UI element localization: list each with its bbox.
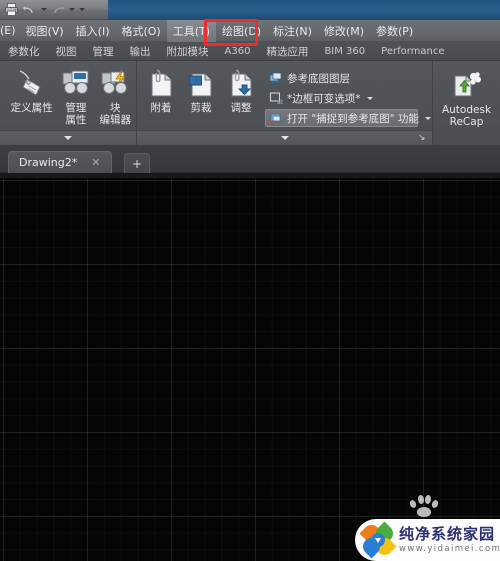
menu-bar: (E) 视图(V) 插入(I) 格式(O) 工具(T) 绘图(D) 标注(N) … (0, 19, 500, 42)
attach-button[interactable]: 附着 (141, 65, 181, 114)
menu-item-edit[interactable]: (E) (0, 20, 20, 42)
chevron-down-icon (280, 136, 289, 140)
define-attribute-label: 定义属性 (10, 102, 53, 114)
ribbon-tab-bar: 参数化 视图 管理 输出 附加模块 A360 精选应用 BIM 360 Perf… (0, 42, 500, 61)
ribbon-tab-view[interactable]: 视图 (48, 42, 85, 61)
document-tab-bar: Drawing2* ✕ + (0, 145, 500, 173)
chevron-down-icon (64, 136, 72, 140)
quick-access-toolbar (0, 0, 108, 20)
title-bar (0, 0, 500, 20)
close-icon[interactable]: ✕ (91, 156, 100, 169)
underlay-layers-label: 参考底图图层 (287, 72, 350, 85)
ribbon-panel-reference: 附着 剪裁 调整 参考底图图层 ab *边框可变选项* 打开 "捕捉到参考底图"… (137, 61, 433, 145)
document-tab-drawing2[interactable]: Drawing2* ✕ (8, 151, 112, 173)
svg-text:ab: ab (277, 100, 283, 105)
frame-options-label: *边框可变选项* (287, 92, 361, 105)
reference-options-group: 参考底图图层 ab *边框可变选项* 打开 "捕捉到参考底图" 功能 (261, 65, 431, 127)
new-tab-button[interactable]: + (124, 153, 150, 173)
ribbon-tab-bim360[interactable]: BIM 360 (316, 42, 373, 61)
autodesk-recap-label: Autodesk ReCap (441, 104, 492, 128)
manage-attributes-button[interactable]: 管理 属性 (57, 65, 94, 126)
menu-item-view[interactable]: 视图(V) (20, 20, 70, 42)
document-tab-label: Drawing2* (19, 156, 78, 169)
define-attribute-button[interactable]: 定义属性 (6, 65, 57, 114)
menu-item-parametric[interactable]: 参数(P) (370, 20, 419, 42)
ribbon-panel-block: 定义属性 管理 属性 块 编辑器 (0, 61, 137, 145)
attach-label: 附着 (150, 102, 172, 114)
menu-item-tools[interactable]: 工具(T) (166, 19, 217, 42)
block-panel-expand-button[interactable] (0, 130, 136, 145)
menu-item-modify[interactable]: 修改(M) (318, 20, 370, 42)
ribbon-tab-performance[interactable]: Performance (373, 42, 452, 61)
autodesk-recap-button[interactable]: Autodesk ReCap (437, 67, 497, 128)
underlay-layers-icon (269, 71, 283, 85)
reference-dialog-launcher-icon[interactable]: ↘ (418, 133, 428, 143)
ribbon-panel-recap: Autodesk ReCap (433, 61, 500, 145)
adjust-button[interactable]: 调整 (221, 65, 261, 114)
adjust-document-icon (227, 67, 255, 101)
paw-print-icon (408, 492, 442, 518)
print-icon[interactable] (3, 1, 20, 18)
clip-button[interactable]: 剪裁 (181, 65, 221, 114)
underlay-layers-button[interactable]: 参考底图图层 (265, 69, 418, 87)
chevron-down-icon (366, 96, 373, 100)
redo-arrow-icon[interactable] (49, 1, 66, 18)
attribute-tag-icon (16, 67, 48, 101)
snap-to-underlay-label: 打开 "捕捉到参考底图" 功能 (287, 112, 419, 125)
block-editor-button[interactable]: 块 编辑器 (95, 65, 136, 126)
frame-options-icon: ab (269, 91, 283, 105)
attach-document-icon (147, 67, 175, 101)
frame-options-button[interactable]: ab *边框可变选项* (265, 89, 418, 107)
ribbon-tab-parametric[interactable]: 参数化 (0, 42, 48, 61)
redo-dropdown-chevron-down-icon[interactable] (67, 1, 76, 18)
ribbon-tab-manage[interactable]: 管理 (85, 42, 122, 61)
snap-to-underlay-button[interactable]: 打开 "捕捉到参考底图" 功能 (265, 109, 431, 127)
snap-underlay-icon (269, 111, 283, 125)
ribbon-tab-featured-apps[interactable]: 精选应用 (258, 42, 316, 61)
ribbon-tab-addins[interactable]: 附加模块 (159, 42, 217, 61)
menu-item-insert[interactable]: 插入(I) (70, 20, 116, 42)
ribbon-panel-area: 定义属性 管理 属性 块 编辑器 附着 剪裁 调整 参考底图图层 ab *边框可… (0, 61, 500, 145)
adjust-label: 调整 (230, 102, 252, 114)
undo-dropdown-chevron-down-icon[interactable] (39, 1, 48, 18)
ribbon-tab-a360[interactable]: A360 (217, 42, 259, 61)
customize-quick-access-chevron-down-icon[interactable] (77, 1, 86, 18)
ribbon-tab-output[interactable]: 输出 (122, 42, 159, 61)
watermark-logo-icon (359, 521, 397, 559)
canvas-top-edge (0, 173, 500, 178)
menu-item-format[interactable]: 格式(O) (115, 20, 166, 42)
manage-attributes-icon (61, 67, 91, 101)
clip-label: 剪裁 (190, 102, 212, 114)
menu-item-draw[interactable]: 绘图(D) (216, 20, 267, 42)
menu-item-dimension[interactable]: 标注(N) (267, 20, 318, 42)
autodesk-recap-icon (452, 69, 482, 103)
block-editor-label: 块 编辑器 (99, 102, 132, 126)
block-editor-icon (100, 67, 130, 101)
chevron-down-icon (424, 116, 431, 120)
undo-arrow-icon[interactable] (21, 1, 38, 18)
clip-document-icon (187, 67, 215, 101)
autocad-window: (E) 视图(V) 插入(I) 格式(O) 工具(T) 绘图(D) 标注(N) … (0, 0, 500, 561)
manage-attributes-label: 管理 属性 (65, 102, 87, 126)
watermark-title: 纯净系统家园 (399, 524, 496, 543)
reference-panel-expand-button[interactable] (137, 130, 432, 145)
watermark-banner: 纯净系统家园 www.yidaimei.com (355, 519, 500, 561)
watermark-url: www.yidaimei.com (399, 543, 500, 554)
